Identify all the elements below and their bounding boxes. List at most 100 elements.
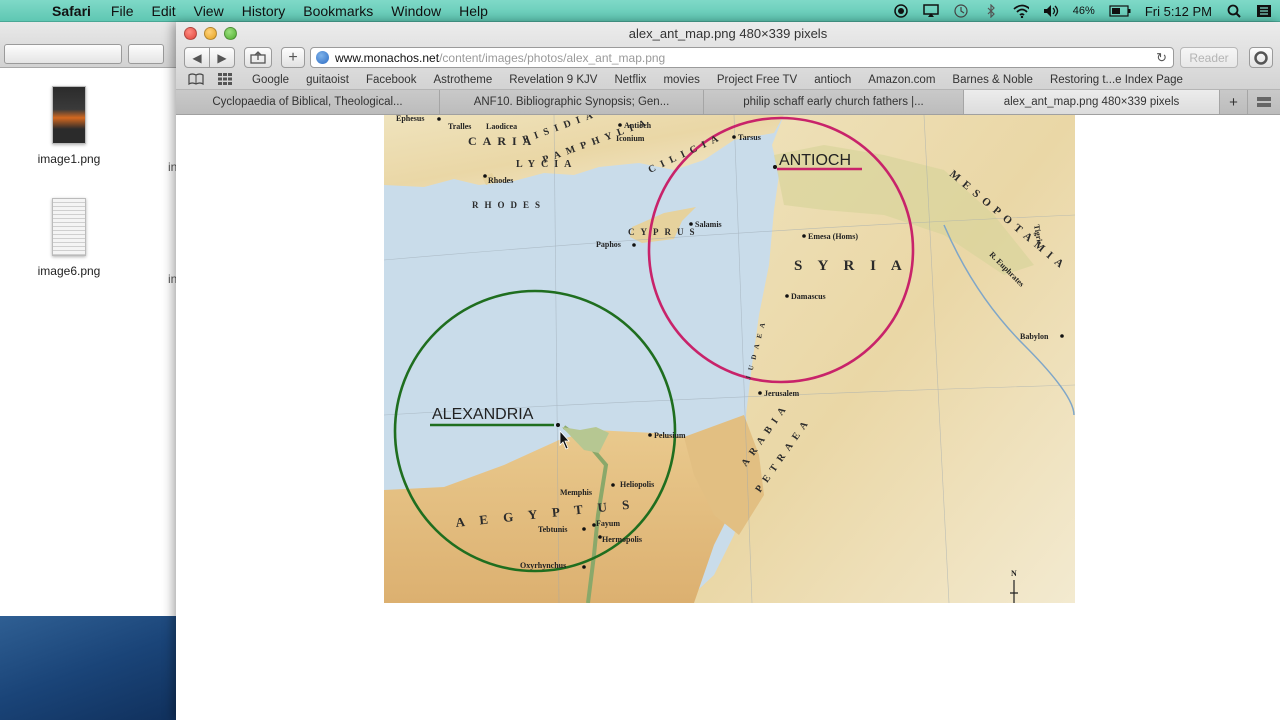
top-sites-icon[interactable] xyxy=(218,72,232,88)
menu-file[interactable]: File xyxy=(111,3,134,19)
notification-center-icon[interactable] xyxy=(1256,4,1272,18)
volume-icon[interactable] xyxy=(1043,4,1059,18)
bookmark-amazon[interactable]: Amazon.com xyxy=(868,74,935,86)
menu-bookmarks[interactable]: Bookmarks xyxy=(303,3,373,19)
window-title: alex_ant_map.png 480×339 pixels xyxy=(628,26,828,41)
bookmark-movies[interactable]: movies xyxy=(663,74,699,86)
city-dot xyxy=(758,391,762,395)
tab-anf10[interactable]: ANF10. Bibliographic Synopsis; Gen... xyxy=(440,90,704,114)
share-icon xyxy=(250,51,266,64)
menu-view[interactable]: View xyxy=(194,3,224,19)
bookmark-revelation[interactable]: Revelation 9 KJV xyxy=(509,74,597,86)
bookmark-netflix[interactable]: Netflix xyxy=(614,74,646,86)
bluetooth-icon[interactable] xyxy=(983,4,999,18)
city-hermopolis: Hermopolis xyxy=(602,535,642,544)
map-image: ANTIOCH ALEXANDRIA CARIA LYCIA PISIDIA P… xyxy=(384,115,1075,603)
plus-icon: + xyxy=(1229,93,1238,111)
city-dot xyxy=(732,135,736,139)
menu-app-safari[interactable]: Safari xyxy=(52,3,91,19)
menu-window[interactable]: Window xyxy=(391,3,441,19)
city-dot xyxy=(611,483,615,487)
menu-edit[interactable]: Edit xyxy=(151,3,175,19)
city-laodicea: Laodicea xyxy=(486,122,517,131)
city-tarsus: Tarsus xyxy=(738,133,761,142)
reading-list-icon[interactable] xyxy=(188,72,204,88)
city-tralles: Tralles xyxy=(448,122,471,131)
menu-clock[interactable]: Fri 5:12 PM xyxy=(1145,4,1212,19)
downloads-icon xyxy=(1254,50,1268,65)
bookmark-project-free-tv[interactable]: Project Free TV xyxy=(717,74,797,86)
bookmark-barnes-noble[interactable]: Barnes & Noble xyxy=(952,74,1033,86)
airplay-icon[interactable] xyxy=(923,4,939,18)
spotlight-search-icon[interactable] xyxy=(1226,4,1242,18)
alexandria-label: ALEXANDRIA xyxy=(432,406,534,423)
record-icon[interactable] xyxy=(893,4,909,18)
city-dot xyxy=(582,565,586,569)
city-heliopolis: Heliopolis xyxy=(620,480,654,489)
file-image1[interactable]: image1.png xyxy=(14,86,124,166)
battery-percent: 46% xyxy=(1072,5,1095,17)
city-dot xyxy=(632,243,636,247)
time-machine-icon[interactable] xyxy=(953,4,969,18)
bookmark-facebook[interactable]: Facebook xyxy=(366,74,417,86)
city-salamis: Salamis xyxy=(695,220,722,229)
arrange-button[interactable] xyxy=(128,44,164,64)
reload-icon[interactable]: ↻ xyxy=(1156,50,1167,66)
compass-north-label: N xyxy=(1011,569,1017,578)
reader-button[interactable]: Reader xyxy=(1180,47,1238,68)
city-dot xyxy=(437,117,441,121)
tab-overview-icon xyxy=(1257,97,1271,107)
city-memphis: Memphis xyxy=(560,488,592,497)
back-button[interactable]: ◀ xyxy=(184,47,210,68)
menu-help[interactable]: Help xyxy=(459,3,488,19)
menu-extras: 46% Fri 5:12 PM xyxy=(893,0,1272,22)
city-fayum: Fayum xyxy=(596,519,620,528)
city-emesa: Emesa (Homs) xyxy=(808,232,858,241)
city-jerusalem: Jerusalem xyxy=(764,389,799,398)
forward-arrow-icon: ▶ xyxy=(217,50,227,65)
safari-toolbar: alex_ant_map.png 480×339 pixels ◀ ▶ + ww… xyxy=(176,22,1280,90)
bookmark-antioch[interactable]: antioch xyxy=(814,74,851,86)
bookmark-google[interactable]: Google xyxy=(252,74,289,86)
city-damascus: Damascus xyxy=(791,292,826,301)
menu-history[interactable]: History xyxy=(242,3,286,19)
finder-toolbar xyxy=(0,22,189,68)
new-tab-button[interactable]: + xyxy=(281,47,305,68)
file-thumbnail xyxy=(52,86,86,144)
tab-alex-ant-map[interactable]: alex_ant_map.png 480×339 pixels xyxy=(964,90,1220,114)
city-pelusium: Pelusium xyxy=(654,431,686,440)
battery-icon[interactable] xyxy=(1109,4,1131,18)
file-image6[interactable]: image6.png xyxy=(14,198,124,278)
region-cyprus: CYPRUS xyxy=(628,227,701,237)
city-oxyrhynchus: Oxyrhynchus xyxy=(520,561,566,570)
tab-philip-schaff[interactable]: philip schaff early church fathers |... xyxy=(704,90,964,114)
city-rhodes: Rhodes xyxy=(488,176,513,185)
map-svg: ANTIOCH ALEXANDRIA CARIA LYCIA PISIDIA P… xyxy=(384,115,1075,603)
city-paphos: Paphos xyxy=(596,240,621,249)
bookmark-astrotheme[interactable]: Astrotheme xyxy=(433,74,492,86)
globe-icon xyxy=(316,51,329,64)
city-dot xyxy=(483,174,487,178)
url-domain: www.monachos.net xyxy=(335,50,440,65)
tab-bar: Cyclopaedia of Biblical, Theological... … xyxy=(176,90,1280,115)
bookmark-restoring-index[interactable]: Restoring t...e Index Page xyxy=(1050,74,1183,86)
add-tab-button[interactable]: + xyxy=(1220,90,1248,114)
city-tebtunis: Tebtunis xyxy=(538,525,568,534)
url-path: /content/images/photos/alex_ant_map.png xyxy=(439,50,666,65)
address-bar[interactable]: www.monachos.net/content/images/photos/a… xyxy=(310,47,1174,68)
bookmark-guitaoist[interactable]: guitaoist xyxy=(306,74,349,86)
wifi-icon[interactable] xyxy=(1013,4,1029,18)
antioch-label: ANTIOCH xyxy=(779,152,851,169)
city-dot-antioch xyxy=(773,165,777,169)
file-label: image1.png xyxy=(37,152,101,166)
share-button[interactable] xyxy=(244,47,272,68)
forward-button[interactable]: ▶ xyxy=(209,47,235,68)
tab-cyclopaedia[interactable]: Cyclopaedia of Biblical, Theological... xyxy=(176,90,440,114)
city-dot-alexandria xyxy=(556,423,560,427)
downloads-button[interactable] xyxy=(1249,47,1273,68)
desktop-wallpaper-ocean xyxy=(0,616,180,720)
city-dot xyxy=(1060,334,1064,338)
view-mode-segmented-control[interactable] xyxy=(4,44,122,64)
tab-overview-button[interactable] xyxy=(1248,90,1280,114)
tab-label: philip schaff early church fathers |... xyxy=(743,96,924,108)
